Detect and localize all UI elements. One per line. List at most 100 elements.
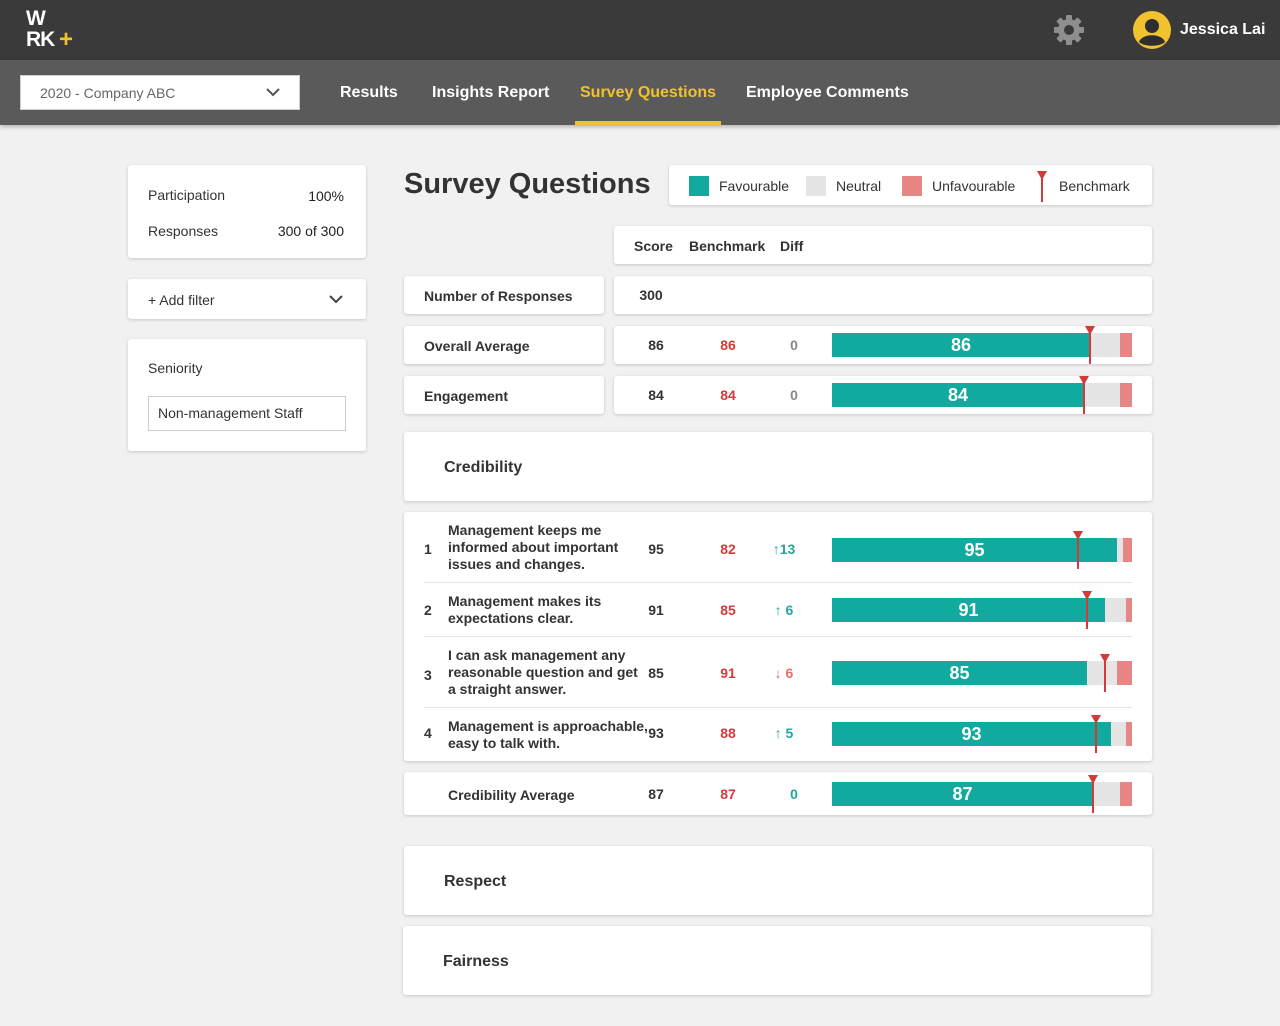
favourable-segment: 86: [832, 333, 1090, 357]
overall-average-bar: 86: [832, 326, 1132, 364]
page-title: Survey Questions: [404, 168, 651, 200]
fairness-section-header[interactable]: Fairness: [403, 926, 1151, 995]
favourable-segment: 84: [832, 383, 1084, 407]
chevron-down-icon: [266, 88, 280, 97]
participation-card: Participation 100% Responses 300 of 300: [128, 165, 366, 258]
nav-bar: 2020 - Company ABC Results Insights Repo…: [0, 60, 1280, 125]
question-score: 91: [648, 602, 664, 618]
credibility-questions-list: 1 Management keeps me informed about imp…: [404, 512, 1152, 761]
tab-survey-questions[interactable]: Survey Questions: [574, 60, 722, 125]
engagement-bar: 84: [832, 376, 1132, 414]
legend-neutral: Neutral: [806, 165, 881, 207]
question-diff: ↑ 6: [774, 602, 794, 618]
engagement-row[interactable]: 84 84 0 84: [614, 376, 1152, 414]
benchmark-marker-icon: [1079, 376, 1089, 414]
question-index: 1: [424, 541, 432, 557]
question-bar: 85: [832, 654, 1132, 692]
add-filter-label: + Add filter: [148, 292, 215, 308]
benchmark-marker-icon: [1091, 715, 1101, 753]
credibility-average-benchmark: 87: [720, 786, 736, 802]
dataset-select[interactable]: 2020 - Company ABC: [20, 75, 300, 110]
respect-title: Respect: [444, 873, 507, 890]
seniority-filter-field[interactable]: Non-management Staff: [148, 396, 346, 431]
engagement-label: Engagement: [424, 388, 509, 404]
credibility-average-score: 87: [648, 786, 664, 802]
legend-benchmark-label: Benchmark: [1059, 178, 1130, 194]
question-score: 85: [648, 665, 664, 681]
legend-unfavourable-label: Unfavourable: [932, 178, 1016, 194]
overall-average-score: 86: [648, 337, 664, 353]
responses-value: 300 of 300: [277, 223, 344, 239]
seniority-filter-card: Seniority Non-management Staff: [128, 339, 366, 451]
legend-favourable: Favourable: [689, 165, 789, 207]
question-diff: ↓ 6: [774, 665, 794, 681]
app-logo[interactable]: W RK +: [26, 8, 76, 52]
favourable-segment: 91: [832, 598, 1105, 622]
user-name: Jessica Lai: [1180, 21, 1266, 38]
responses-label: Responses: [148, 223, 219, 239]
logo-line2: RK: [26, 28, 55, 51]
unfavourable-segment: [1120, 383, 1132, 407]
user-avatar-icon: [1133, 11, 1171, 49]
header-score: Score: [634, 238, 673, 254]
credibility-section-header[interactable]: Credibility: [404, 432, 1152, 501]
engagement-score: 84: [648, 387, 664, 403]
unfavourable-segment: [1120, 782, 1132, 806]
tab-employee-comments[interactable]: Employee Comments: [746, 60, 909, 125]
user-menu[interactable]: Jessica Lai: [1133, 11, 1265, 49]
credibility-average-row[interactable]: Credibility Average 87 87 0 87: [404, 772, 1152, 815]
question-row[interactable]: 2 Management makes its expectations clea…: [404, 583, 1152, 636]
logo-plus: +: [59, 26, 73, 53]
question-text: I can ask management any reasonable ques…: [448, 647, 638, 697]
question-bar: 95: [832, 531, 1132, 569]
question-bar: 93: [832, 715, 1132, 753]
engagement-diff: 0: [790, 387, 798, 403]
legend: Favourable Neutral Unfavourable Benchmar…: [669, 165, 1152, 205]
unfavourable-segment: [1126, 598, 1132, 622]
question-index: 2: [424, 602, 432, 618]
favourable-segment: 85: [832, 661, 1087, 685]
participation-label: Participation: [148, 187, 226, 203]
legend-benchmark: Benchmark: [1036, 165, 1130, 207]
top-bar: W RK + Jessica Lai: [0, 0, 1280, 60]
gear-icon[interactable]: [1053, 14, 1085, 46]
question-benchmark: 82: [720, 541, 736, 557]
question-benchmark: 91: [720, 665, 736, 681]
benchmark-marker-icon: [1100, 654, 1110, 692]
dataset-select-value: 2020 - Company ABC: [40, 84, 176, 101]
credibility-average-label: Credibility Average: [448, 787, 575, 803]
question-bar: 91: [832, 591, 1132, 629]
engagement-label-card: Engagement: [404, 376, 604, 414]
add-filter-button[interactable]: + Add filter: [128, 279, 366, 319]
participation-value: 100%: [308, 188, 344, 204]
tab-results[interactable]: Results: [340, 60, 398, 125]
overall-average-row[interactable]: 86 86 0 86: [614, 326, 1152, 364]
question-index: 4: [424, 725, 432, 741]
legend-favourable-label: Favourable: [719, 178, 790, 194]
question-row[interactable]: 4 Management is approachable, easy to ta…: [404, 708, 1152, 761]
benchmark-marker-icon: [1082, 591, 1092, 629]
benchmark-marker-icon: [1073, 531, 1083, 569]
table-header: Score Benchmark Diff: [614, 226, 1152, 264]
summary-value-card: 300: [614, 276, 1152, 314]
question-diff: ↑ 5: [774, 725, 794, 741]
unfavourable-swatch: [902, 176, 922, 196]
tab-insights-report[interactable]: Insights Report: [432, 60, 549, 125]
question-text: Management keeps me informed about impor…: [448, 522, 619, 572]
seniority-label: Seniority: [148, 360, 203, 376]
overall-average-label-card: Overall Average: [404, 326, 604, 364]
header-benchmark: Benchmark: [689, 238, 766, 254]
favourable-segment: 93: [832, 722, 1111, 746]
benchmark-marker-icon: [1085, 326, 1095, 364]
question-benchmark: 85: [720, 602, 736, 618]
benchmark-marker-icon: [1088, 775, 1098, 813]
question-text: Management makes its expectations clear.: [448, 593, 602, 626]
logo-line1: W: [26, 7, 46, 30]
question-row[interactable]: 1 Management keeps me informed about imp…: [404, 512, 1152, 582]
fairness-title: Fairness: [443, 953, 509, 970]
question-row[interactable]: 3 I can ask management any reasonable qu…: [404, 637, 1152, 707]
question-score: 93: [648, 725, 664, 741]
favourable-segment: 87: [832, 782, 1093, 806]
favourable-swatch: [689, 176, 709, 196]
respect-section-header[interactable]: Respect: [404, 846, 1152, 915]
